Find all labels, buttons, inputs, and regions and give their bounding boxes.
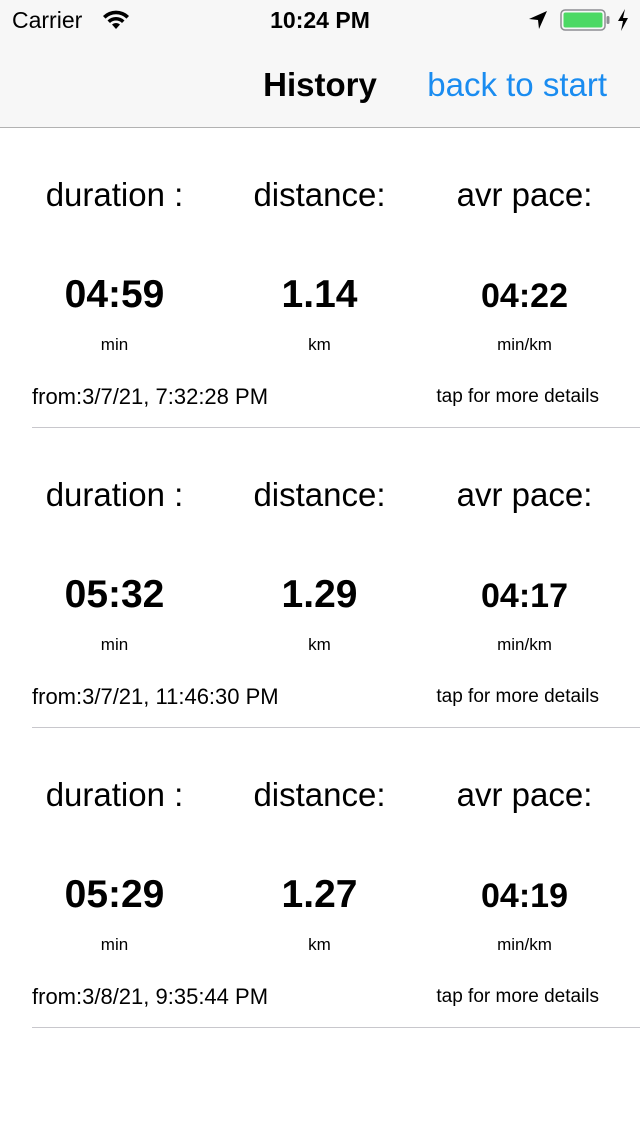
pace-unit: min/km bbox=[497, 635, 552, 654]
history-entry[interactable]: duration : distance: avr pace: 05:32 1.2… bbox=[0, 428, 640, 728]
duration-unit: min bbox=[100, 635, 129, 654]
distance-unit: km bbox=[308, 635, 331, 654]
pace-value: 04:22 bbox=[481, 277, 568, 315]
duration-value: 04:59 bbox=[64, 273, 165, 316]
duration-label: duration : bbox=[45, 176, 184, 213]
pace-value: 04:19 bbox=[481, 877, 568, 915]
history-screen: Carrier 10:24 PM History back to start d… bbox=[0, 0, 640, 1136]
details-link[interactable]: tap for more details bbox=[436, 685, 599, 709]
distance-value: 1.29 bbox=[281, 573, 358, 616]
duration-value: 05:29 bbox=[64, 873, 165, 916]
pace-label: avr pace: bbox=[456, 776, 593, 813]
battery-icon bbox=[560, 9, 610, 31]
distance-label: distance: bbox=[253, 776, 386, 813]
duration-unit: min bbox=[100, 935, 129, 954]
details-link[interactable]: tap for more details bbox=[436, 985, 599, 1009]
history-list: duration : distance: avr pace: 04:59 1.1… bbox=[0, 128, 640, 1028]
location-arrow-icon bbox=[529, 11, 547, 29]
navigation-bar: Carrier 10:24 PM History back to start bbox=[0, 0, 640, 128]
pace-value: 04:17 bbox=[481, 577, 568, 615]
status-bar: Carrier 10:24 PM bbox=[0, 0, 640, 40]
pace-unit: min/km bbox=[497, 335, 552, 354]
pace-label: avr pace: bbox=[456, 476, 593, 513]
distance-value: 1.27 bbox=[281, 873, 358, 916]
duration-value: 05:32 bbox=[64, 573, 165, 616]
start-timestamp: from:3/7/21, 7:32:28 PM bbox=[32, 384, 269, 409]
distance-unit: km bbox=[308, 935, 331, 954]
distance-unit: km bbox=[308, 335, 331, 354]
history-entry[interactable]: duration : distance: avr pace: 05:29 1.2… bbox=[0, 728, 640, 1028]
start-timestamp: from:3/8/21, 9:35:44 PM bbox=[32, 984, 269, 1009]
start-timestamp: from:3/7/21, 11:46:30 PM bbox=[32, 684, 279, 709]
duration-label: duration : bbox=[45, 776, 184, 813]
row-divider bbox=[32, 1027, 640, 1028]
pace-label: avr pace: bbox=[456, 176, 593, 213]
pace-unit: min/km bbox=[497, 935, 552, 954]
details-link[interactable]: tap for more details bbox=[436, 385, 599, 409]
back-to-start-button[interactable]: back to start bbox=[427, 66, 607, 104]
duration-label: duration : bbox=[45, 476, 184, 513]
history-entry[interactable]: duration : distance: avr pace: 04:59 1.1… bbox=[0, 128, 640, 428]
distance-label: distance: bbox=[253, 176, 386, 213]
distance-value: 1.14 bbox=[281, 273, 358, 316]
charging-bolt-icon bbox=[618, 9, 628, 31]
distance-label: distance: bbox=[253, 476, 386, 513]
duration-unit: min bbox=[100, 335, 129, 354]
page-title: History bbox=[263, 66, 377, 103]
